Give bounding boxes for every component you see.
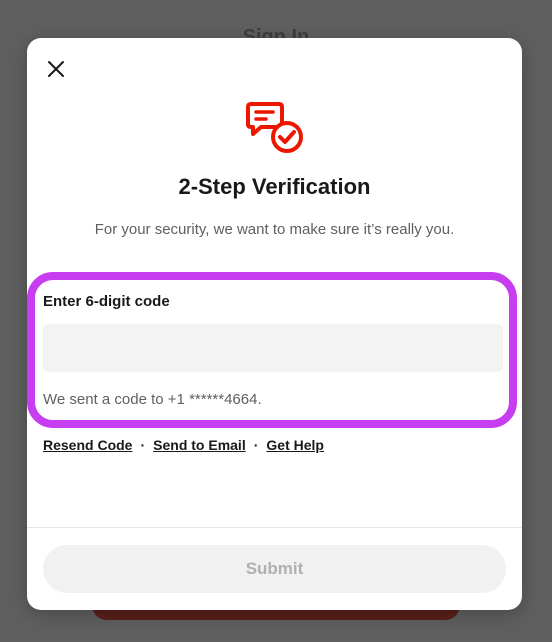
code-sent-helper-text: We sent a code to +1 ******4664. bbox=[43, 391, 262, 408]
modal-title: 2-Step Verification bbox=[178, 174, 371, 199]
close-button[interactable] bbox=[41, 54, 71, 84]
link-separator: · bbox=[253, 437, 259, 453]
modal-subtitle: For your security, we want to make sure … bbox=[94, 221, 455, 238]
send-to-email-link[interactable]: Send to Email bbox=[153, 437, 246, 453]
footer-divider bbox=[27, 527, 522, 528]
code-field-label: Enter 6-digit code bbox=[43, 293, 170, 310]
chat-check-icon bbox=[246, 102, 303, 153]
link-separator: · bbox=[140, 437, 146, 453]
code-input[interactable] bbox=[43, 324, 503, 372]
submit-button[interactable]: Submit bbox=[43, 545, 506, 593]
verification-options: Resend Code · Send to Email · Get Help bbox=[43, 437, 324, 453]
get-help-link[interactable]: Get Help bbox=[266, 437, 324, 453]
close-icon bbox=[48, 61, 64, 77]
resend-code-link[interactable]: Resend Code bbox=[43, 437, 132, 453]
verification-modal: 2-Step Verification For your security, w… bbox=[27, 38, 522, 610]
